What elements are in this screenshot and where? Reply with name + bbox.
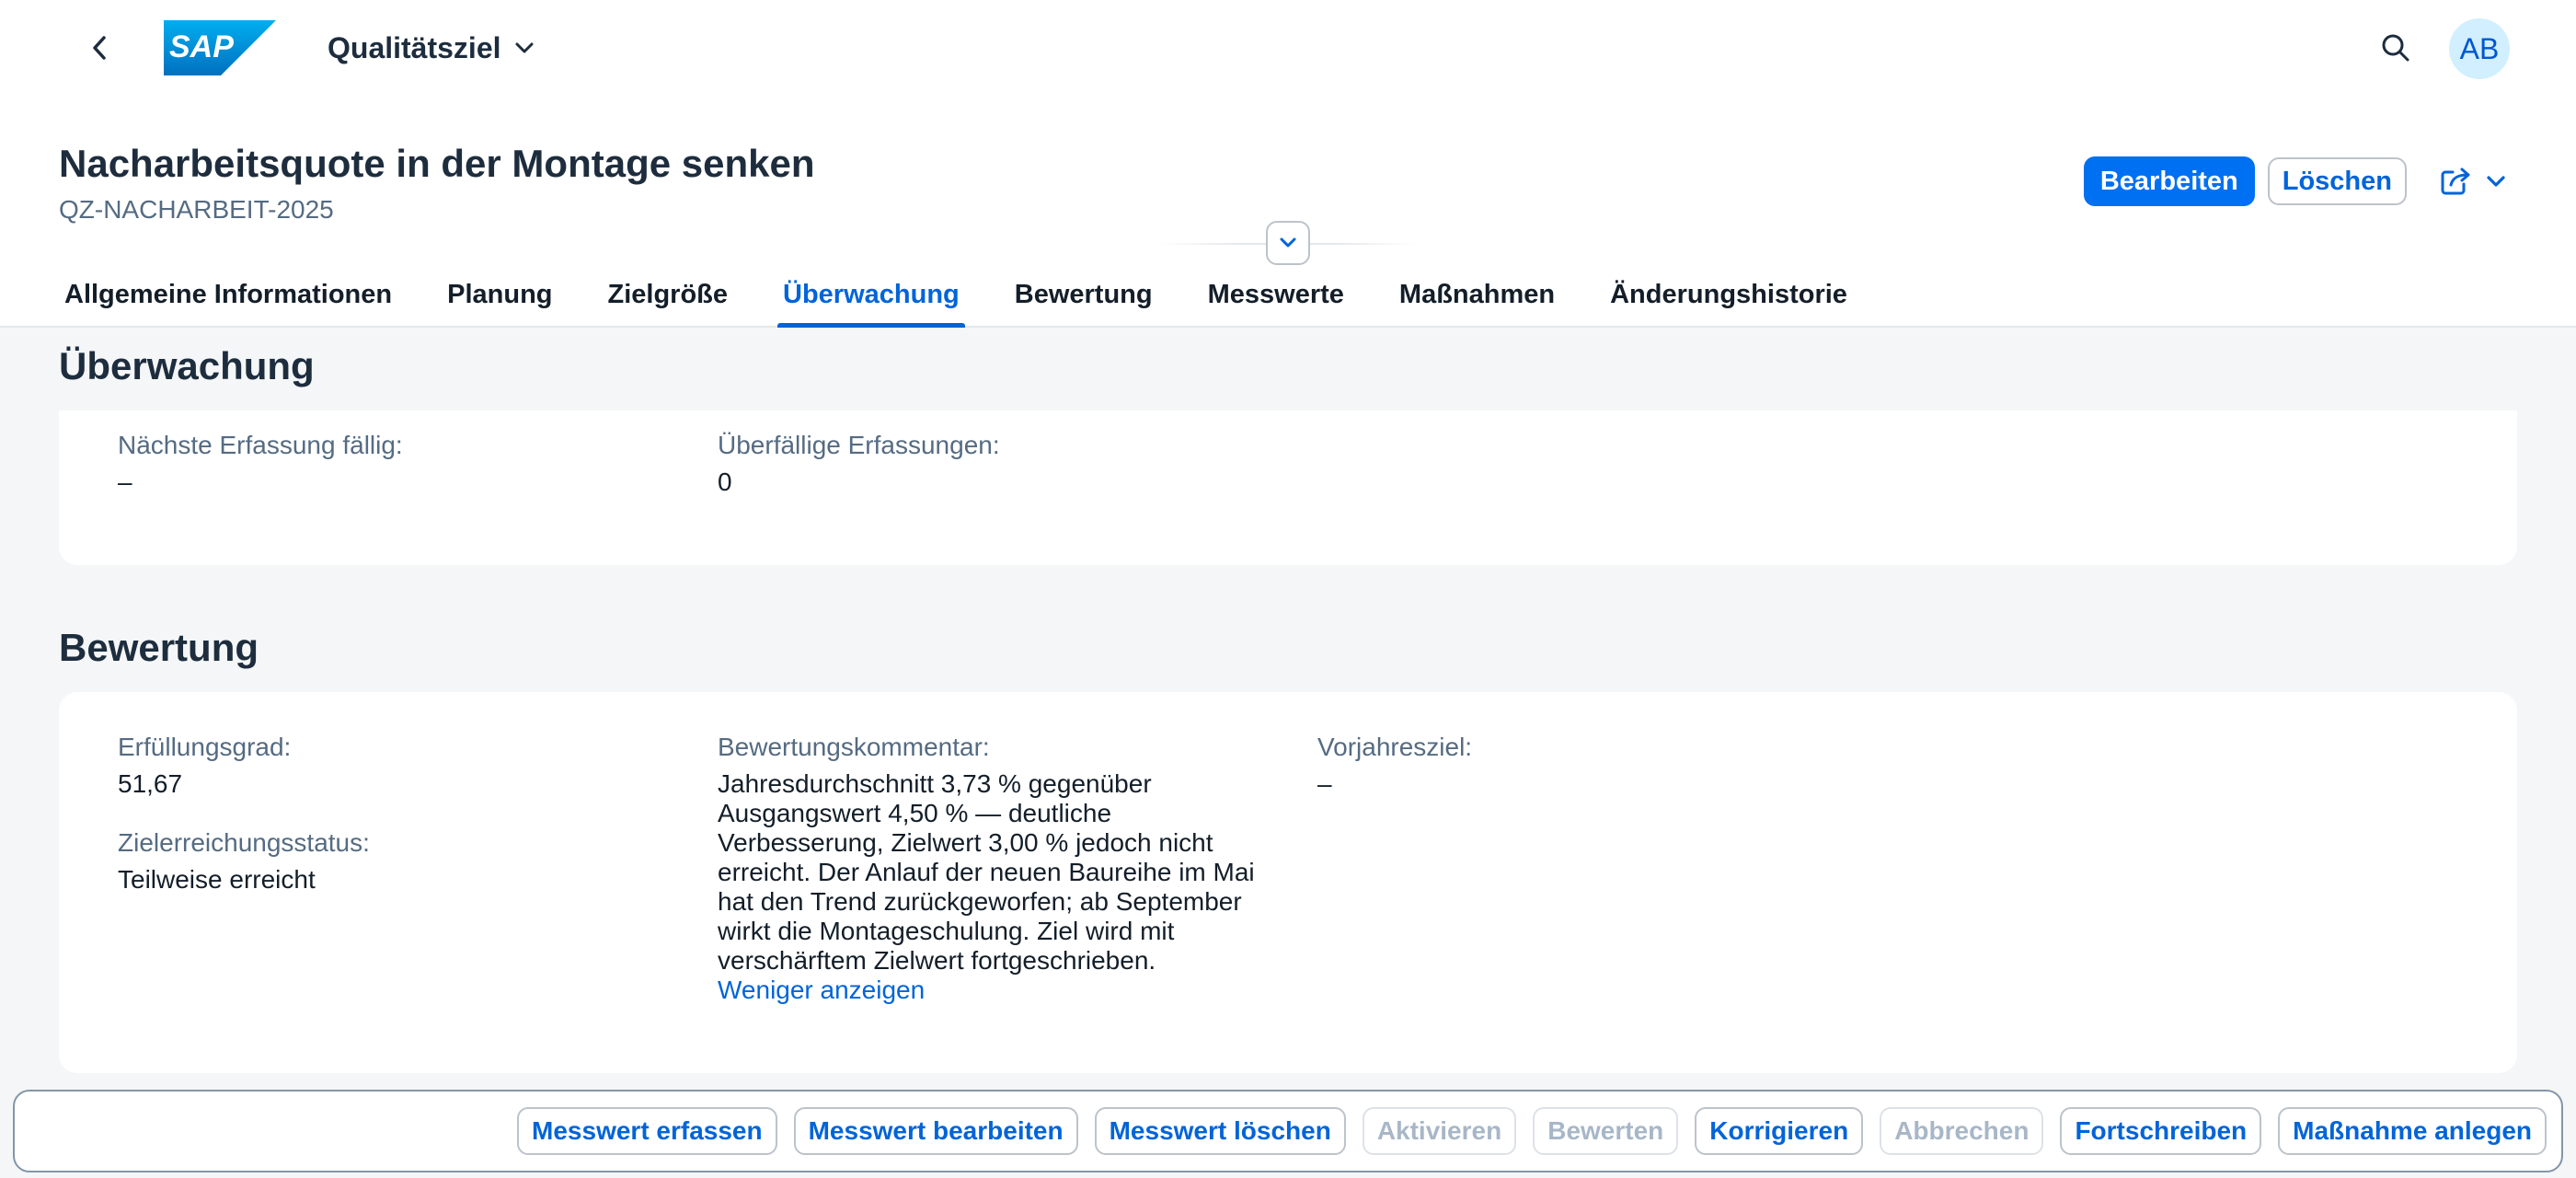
search-button[interactable] <box>2375 28 2416 68</box>
tab-monitoring[interactable]: Überwachung <box>755 261 987 328</box>
field-achievement-status: Zielerreichungsstatus: Teilweise erreich… <box>118 826 670 896</box>
field-value: 51,67 <box>118 769 183 798</box>
tab-label: Maßnahmen <box>1398 279 1556 309</box>
delete-measurement-button[interactable]: Messwert löschen <box>1094 1107 1346 1155</box>
tab-measurements[interactable]: Messwerte <box>1180 261 1372 328</box>
field-value: 0 <box>718 468 732 496</box>
record-measurement-button[interactable]: Messwert erfassen <box>517 1107 777 1155</box>
page-subtitle: QZ-NACHARBEIT-2025 <box>59 195 334 224</box>
tab-bar: Allgemeine Informationen Planung Zielgrö… <box>37 261 1875 328</box>
field-fulfillment: Erfüllungsgrad: 51,67 <box>118 731 670 801</box>
continue-button[interactable]: Fortschreiben <box>2060 1107 2262 1155</box>
field-evaluation-comment: Bewertungskommentar: Jahresdurchschnitt … <box>718 731 1270 1005</box>
tab-label: Planung <box>447 279 553 309</box>
show-less-link[interactable]: Weniger anzeigen <box>718 976 925 1005</box>
create-action-button[interactable]: Maßnahme anlegen <box>2278 1107 2547 1155</box>
back-button[interactable] <box>79 28 120 68</box>
field-value: Teilweise erreicht <box>118 865 316 894</box>
avatar[interactable]: AB <box>2449 18 2510 79</box>
field-label: Bewertungskommentar: <box>718 733 990 761</box>
correct-button[interactable]: Korrigieren <box>1695 1107 1864 1155</box>
chevron-down-icon <box>2487 176 2505 187</box>
field-label: Vorjahresziel: <box>1317 733 1473 761</box>
collapse-header-icon <box>1280 237 1296 248</box>
tab-change-history[interactable]: Änderungshistorie <box>1582 261 1875 328</box>
cancel-button[interactable]: Abbrechen <box>1880 1107 2044 1155</box>
tab-label: Allgemeine Informationen <box>64 279 393 309</box>
tab-label: Änderungshistorie <box>1610 279 1847 309</box>
tab-label: Messwerte <box>1207 279 1344 309</box>
app-title: Qualitätsziel <box>328 30 501 64</box>
field-overdue-captures: Überfällige Erfassungen: 0 <box>718 429 1270 499</box>
tab-label: Bewertung <box>1014 279 1153 309</box>
tab-actions[interactable]: Maßnahmen <box>1372 261 1582 328</box>
activate-button[interactable]: Aktivieren <box>1362 1107 1517 1155</box>
share-icon <box>2441 167 2470 195</box>
tab-general-information[interactable]: Allgemeine Informationen <box>37 261 420 328</box>
object-page-header: Nacharbeitsquote in der Montage senken Q… <box>0 96 2576 328</box>
shell-bar: SAP Qualitätsziel AB <box>0 0 2576 96</box>
tab-planning[interactable]: Planung <box>420 261 580 328</box>
sap-logo: SAP <box>164 20 276 75</box>
field-value: – <box>1317 769 1332 798</box>
section-title-monitoring: Überwachung <box>59 344 315 387</box>
field-label: Erfüllungsgrad: <box>118 733 292 761</box>
field-label: Nächste Erfassung fällig: <box>118 431 403 459</box>
back-arrow-icon <box>93 36 106 60</box>
search-icon <box>2382 34 2409 62</box>
field-previous-year-target: Vorjahresziel: – <box>1317 731 1869 801</box>
evaluation-card: Erfüllungsgrad: 51,67 Zielerreichungssta… <box>59 692 2517 1073</box>
page-title: Nacharbeitsquote in der Montage senken <box>59 142 815 185</box>
section-title-evaluation: Bewertung <box>59 626 259 669</box>
evaluate-button[interactable]: Bewerten <box>1533 1107 1679 1155</box>
chevron-down-icon <box>515 42 533 53</box>
monitoring-card: Nächste Erfassung fällig: – Überfällige … <box>59 410 2517 565</box>
collapse-header-button[interactable] <box>1266 221 1310 265</box>
footer-toolbar: Messwert erfassen Messwert bearbeiten Me… <box>13 1090 2563 1172</box>
header-actions: Bearbeiten Löschen <box>2083 156 2512 206</box>
field-label: Zielerreichungsstatus: <box>118 828 370 857</box>
share-menu-button[interactable] <box>2434 157 2512 205</box>
field-next-capture: Nächste Erfassung fällig: – <box>118 429 670 499</box>
edit-button[interactable]: Bearbeiten <box>2083 156 2255 206</box>
tab-label: Überwachung <box>783 279 960 309</box>
tab-evaluation[interactable]: Bewertung <box>987 261 1180 328</box>
sap-logo-text: SAP <box>169 29 234 64</box>
tab-target-size[interactable]: Zielgröße <box>581 261 756 328</box>
edit-measurement-button[interactable]: Messwert bearbeiten <box>793 1107 1078 1155</box>
tab-label: Zielgröße <box>607 279 729 309</box>
field-value: – <box>118 468 132 496</box>
field-value: Jahresdurchschnitt 3,73 % gegenüber Ausg… <box>718 769 1255 975</box>
delete-button[interactable]: Löschen <box>2267 157 2407 205</box>
app-title-menu[interactable]: Qualitätsziel <box>328 28 535 68</box>
field-label: Überfällige Erfassungen: <box>718 431 1000 459</box>
